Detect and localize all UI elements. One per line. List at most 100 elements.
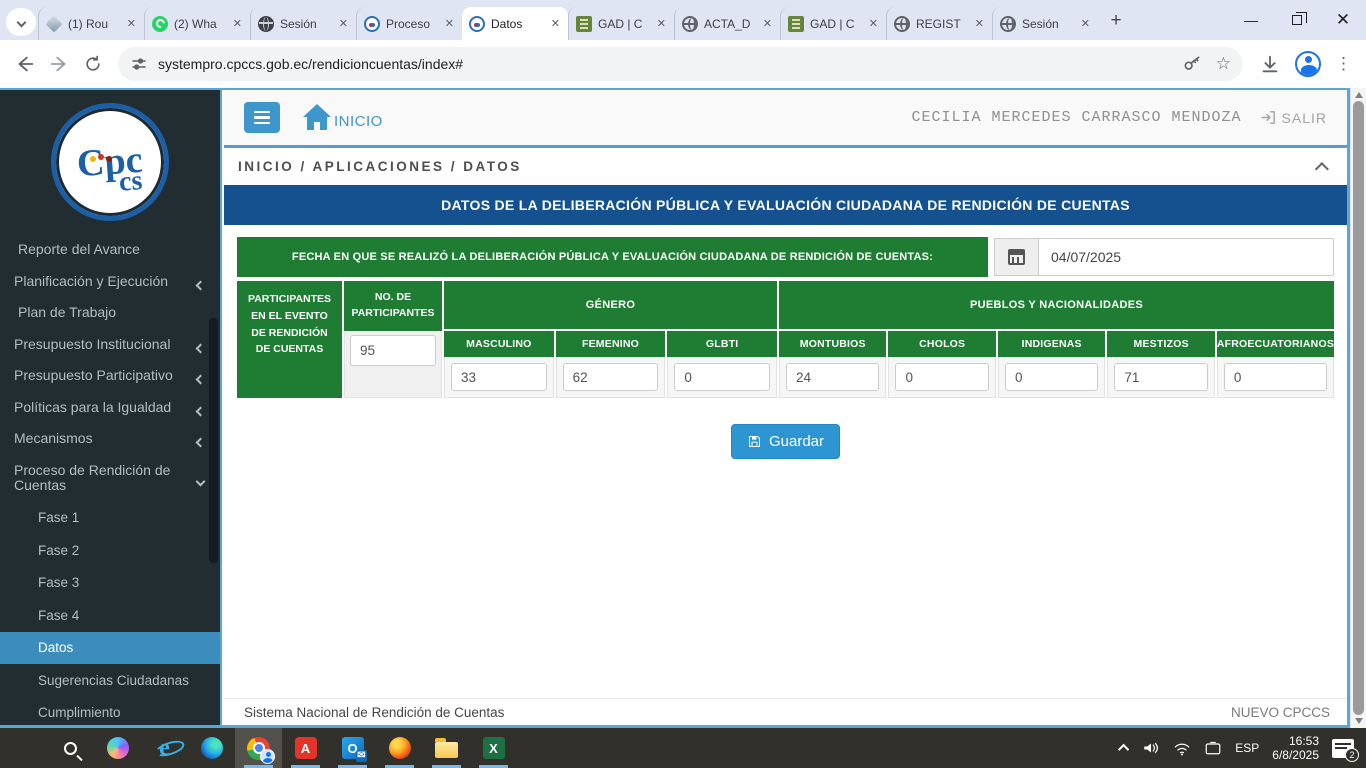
scrollbar-thumb[interactable] bbox=[1353, 101, 1364, 715]
table-column: AFROECUATORIANOS bbox=[1215, 331, 1334, 398]
sidebar-item[interactable]: Mecanismos bbox=[0, 423, 220, 455]
taskbar-icon[interactable] bbox=[188, 728, 235, 768]
close-button[interactable]: ✕ bbox=[1320, 0, 1366, 40]
demographic-value-input[interactable] bbox=[895, 363, 988, 391]
calendar-addon[interactable] bbox=[994, 238, 1038, 276]
sidebar-item-label: Planificación y Ejecución bbox=[14, 273, 168, 289]
browser-tab[interactable]: REGIST ✕ bbox=[886, 7, 992, 40]
menu-dots-icon[interactable]: ⋮ bbox=[1335, 54, 1352, 74]
logout-button[interactable]: SALIR bbox=[1260, 109, 1327, 126]
breadcrumb[interactable]: INICIO / APLICACIONES / DATOS bbox=[238, 159, 522, 174]
taskbar-icon[interactable] bbox=[0, 728, 47, 768]
restore-button[interactable] bbox=[1274, 0, 1320, 40]
taskbar-icon[interactable]: O bbox=[329, 728, 376, 768]
taskbar-icon[interactable]: A bbox=[282, 728, 329, 768]
browser-tab[interactable]: Sesión ✕ bbox=[992, 7, 1098, 40]
download-icon[interactable] bbox=[1259, 53, 1281, 75]
taskbar-icon[interactable]: e bbox=[141, 728, 188, 768]
refresh-button[interactable] bbox=[76, 47, 110, 81]
cast-display-icon[interactable] bbox=[1204, 741, 1222, 756]
sidebar-item[interactable]: Planificación y Ejecución bbox=[0, 266, 220, 298]
sidebar-item[interactable]: Plan de Trabajo bbox=[0, 297, 220, 329]
sidebar-item[interactable]: Reporte del Avance bbox=[0, 234, 220, 266]
url-bar[interactable]: systempro.cpccs.gob.ec/rendicioncuentas/… bbox=[118, 47, 1243, 81]
demographic-value-input[interactable] bbox=[674, 363, 770, 391]
taskbar-icon[interactable]: X bbox=[470, 728, 517, 768]
taskbar-icon[interactable] bbox=[94, 728, 141, 768]
profile-avatar[interactable] bbox=[1295, 51, 1321, 77]
date: 6/8/2025 bbox=[1272, 748, 1319, 762]
demographic-value-input[interactable] bbox=[563, 363, 659, 391]
back-button[interactable] bbox=[8, 47, 42, 81]
sidebar-item[interactable]: Presupuesto Institucional bbox=[0, 329, 220, 361]
participants-total-input[interactable] bbox=[350, 335, 436, 366]
taskbar-icon[interactable] bbox=[423, 728, 470, 768]
demographic-value-input[interactable] bbox=[1114, 363, 1207, 391]
sidebar-scrollbar[interactable] bbox=[209, 318, 218, 563]
tab-close-icon[interactable]: ✕ bbox=[232, 17, 243, 30]
notification-center-icon[interactable]: 2 bbox=[1332, 739, 1354, 758]
wifi-icon[interactable] bbox=[1173, 741, 1191, 756]
tab-close-icon[interactable]: ✕ bbox=[974, 17, 985, 30]
taskbar-icon[interactable] bbox=[376, 728, 423, 768]
taskbar-clock[interactable]: 16:53 6/8/2025 bbox=[1272, 734, 1319, 762]
demographic-value-input[interactable] bbox=[1224, 363, 1327, 391]
sidebar-item[interactable]: Sugerencias Ciudadanas bbox=[0, 664, 220, 697]
browser-tab[interactable]: GAD | C ✕ bbox=[568, 7, 674, 40]
password-key-icon[interactable] bbox=[1182, 54, 1202, 74]
table-column: MONTUBIOS bbox=[779, 331, 886, 398]
tab-close-icon[interactable]: ✕ bbox=[444, 17, 455, 30]
browser-tab[interactable]: (1) Rou ✕ bbox=[38, 7, 144, 40]
sidebar-item[interactable]: Fase 2 bbox=[0, 534, 220, 567]
demographic-value-input[interactable] bbox=[451, 363, 547, 391]
taskbar-icon[interactable] bbox=[47, 728, 94, 768]
browser-tab[interactable]: Sesión ✕ bbox=[250, 7, 356, 40]
tray-chevron-up-icon[interactable] bbox=[1118, 744, 1129, 755]
table-column-header: MESTIZOS bbox=[1107, 331, 1214, 357]
hamburger-menu-button[interactable] bbox=[244, 102, 280, 133]
table-group: PUEBLOS Y NACIONALIDADES MONTUBIOS CHOLO… bbox=[777, 281, 1334, 398]
scroll-down-arrow[interactable] bbox=[1355, 718, 1363, 724]
demographic-value-input[interactable] bbox=[786, 363, 879, 391]
language-indicator[interactable]: ESP bbox=[1235, 741, 1259, 755]
tab-close-icon[interactable]: ✕ bbox=[762, 17, 773, 30]
date-input[interactable] bbox=[1038, 238, 1334, 276]
tab-search-button[interactable] bbox=[6, 8, 36, 36]
browser-tab[interactable]: (2) Wha ✕ bbox=[144, 7, 250, 40]
tab-close-icon[interactable]: ✕ bbox=[126, 17, 137, 30]
sidebar-item[interactable]: Fase 3 bbox=[0, 567, 220, 600]
table-cell bbox=[556, 357, 666, 398]
taskbar-icon[interactable] bbox=[235, 728, 282, 768]
browser-tab[interactable]: ACTA_D ✕ bbox=[674, 7, 780, 40]
collapse-chevron-icon[interactable] bbox=[1315, 162, 1329, 176]
volume-icon[interactable] bbox=[1142, 740, 1160, 756]
tab-close-icon[interactable]: ✕ bbox=[868, 17, 879, 30]
table-column: INDIGENAS bbox=[996, 331, 1105, 398]
save-button[interactable]: Guardar bbox=[731, 424, 840, 459]
sidebar-item[interactable]: Fase 1 bbox=[0, 502, 220, 535]
bookmark-star-icon[interactable]: ☆ bbox=[1216, 54, 1231, 74]
tab-title: GAD | C bbox=[598, 17, 650, 31]
sidebar-item[interactable]: Presupuesto Participativo bbox=[0, 360, 220, 392]
home-link[interactable]: INICIO bbox=[302, 106, 383, 130]
sidebar-item[interactable]: Proceso de Rendición de Cuentas bbox=[0, 455, 220, 502]
browser-tab[interactable]: Proceso ✕ bbox=[356, 7, 462, 40]
tab-close-icon[interactable]: ✕ bbox=[550, 17, 561, 30]
minimize-button[interactable]: — bbox=[1228, 0, 1274, 40]
browser-tab[interactable]: Datos ✕ bbox=[462, 7, 568, 40]
forward-button[interactable] bbox=[42, 47, 76, 81]
browser-scrollbar[interactable] bbox=[1350, 88, 1366, 728]
tab-close-icon[interactable]: ✕ bbox=[1080, 17, 1091, 30]
url-text[interactable]: systempro.cpccs.gob.ec/rendicioncuentas/… bbox=[158, 56, 1172, 72]
participants-header: NO. DE PARTICIPANTES bbox=[344, 281, 442, 331]
tab-close-icon[interactable]: ✕ bbox=[338, 17, 349, 30]
sidebar-item[interactable]: Fase 4 bbox=[0, 599, 220, 632]
scroll-up-arrow[interactable] bbox=[1355, 92, 1363, 98]
new-tab-button[interactable]: + bbox=[1102, 7, 1130, 35]
browser-tab[interactable]: GAD | C ✕ bbox=[780, 7, 886, 40]
tab-close-icon[interactable]: ✕ bbox=[656, 17, 667, 30]
sidebar-item[interactable]: Datos bbox=[0, 632, 220, 665]
demographic-value-input[interactable] bbox=[1005, 363, 1098, 391]
sidebar-item[interactable]: Cumplimiento bbox=[0, 697, 220, 730]
sidebar-item[interactable]: Políticas para la Igualdad bbox=[0, 392, 220, 424]
